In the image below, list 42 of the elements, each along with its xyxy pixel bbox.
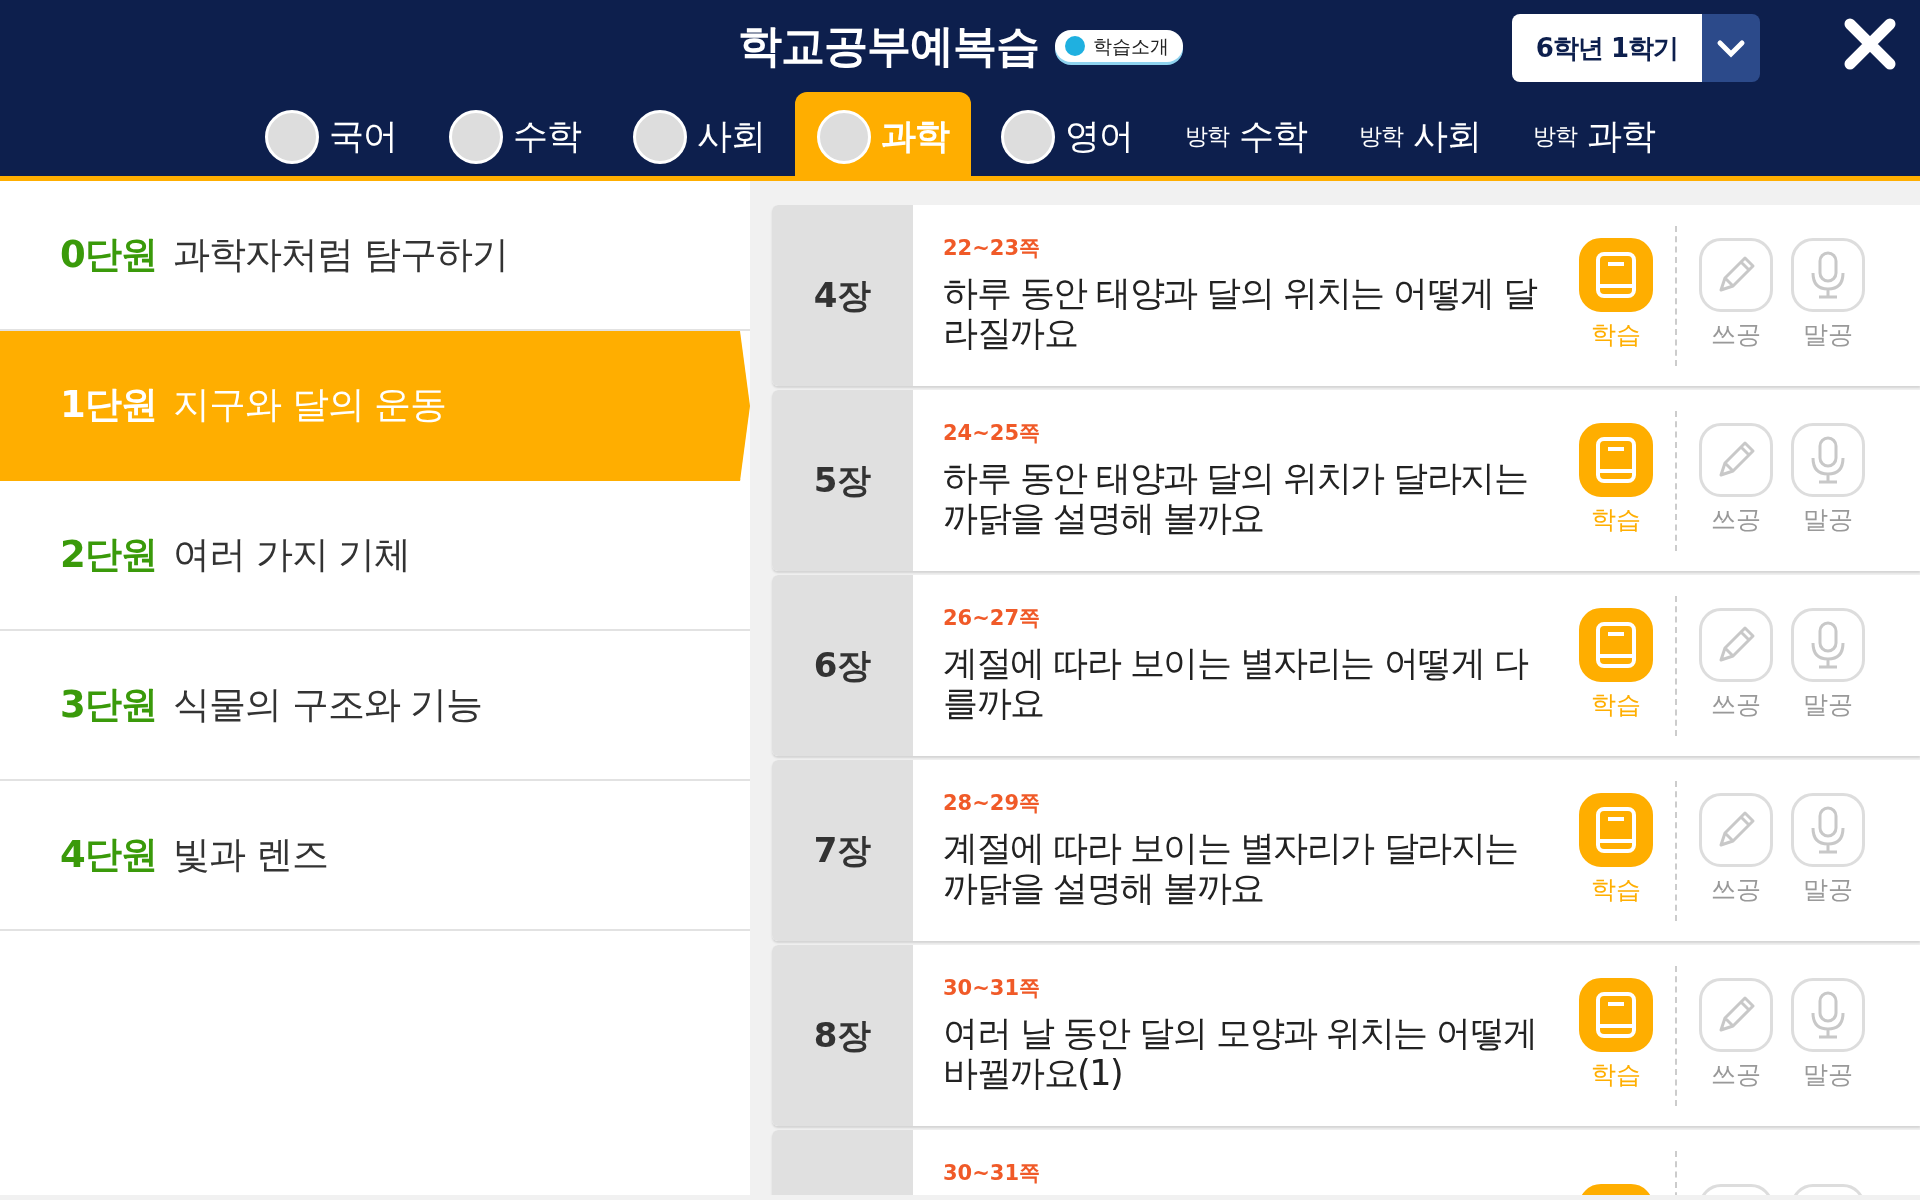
lesson-title[interactable]: 계절에 따라 보이는 별자리가 달라지는 까닭을 설명해 볼까요 [943, 827, 1543, 908]
semester-dropdown[interactable]: 6학년 1학기 [1511, 14, 1702, 82]
subject-tab[interactable]: 방학 과학 [1511, 92, 1677, 181]
chapter-label: 8장 [772, 945, 913, 1126]
subject-tab[interactable]: 국어 [243, 92, 419, 181]
page-range: 28~29쪽 [943, 790, 1042, 817]
page-range: 30~31쪽 [943, 975, 1042, 1002]
subject-tab[interactable]: 사회 [611, 92, 787, 181]
lesson-title[interactable]: 하루 동안 태양과 달의 위치가 달라지는 까닭을 설명해 볼까요 [943, 457, 1543, 538]
unit-item[interactable]: 4단원 빛과 렌즈 [0, 781, 750, 931]
avatar-icon [265, 109, 319, 164]
book-icon [1594, 806, 1638, 853]
intro-button[interactable]: 학습소개 [1054, 29, 1183, 63]
chevron-down-icon [1716, 38, 1746, 59]
avatar-icon [449, 109, 503, 164]
page-range: 22~23쪽 [943, 235, 1042, 262]
avatar-icon [817, 109, 871, 164]
subject-tab[interactable]: 방학 수학 [1163, 92, 1329, 181]
lesson-title[interactable]: 여러 날 동안 달의 모양과 위치는 어떻게 바뀔까요(1) [943, 1012, 1543, 1093]
unit-item[interactable]: 3단원 식물의 구조와 기능 [0, 631, 750, 781]
dot-icon [1064, 36, 1085, 56]
avatar-icon [633, 109, 687, 164]
subject-tab[interactable]: 방학 사회 [1337, 92, 1503, 181]
subject-tab[interactable]: 영어 [979, 92, 1155, 181]
unit-item[interactable]: 2단원 여러 가지 기체 [0, 481, 750, 631]
book-icon [1594, 436, 1638, 483]
chapter-label: 5장 [772, 390, 913, 571]
page-range: 30~31쪽 [943, 1160, 1042, 1187]
chapter-label: 6장 [772, 575, 913, 756]
book-icon [1594, 991, 1638, 1038]
dropdown-chevron-button[interactable] [1702, 14, 1760, 82]
lesson-title[interactable]: 하루 동안 태양과 달의 위치는 어떻게 달라질까요 [943, 272, 1543, 353]
page-range: 24~25쪽 [943, 420, 1042, 447]
book-icon [1594, 621, 1638, 668]
subject-tab[interactable]: 수학 [427, 92, 603, 181]
book-icon [1594, 251, 1638, 298]
chapter-label: 4장 [772, 205, 913, 386]
avatar-icon [1001, 109, 1055, 164]
chapter-label: 7장 [772, 760, 913, 941]
lesson-title[interactable]: 계절에 따라 보이는 별자리는 어떻게 다를까요 [943, 642, 1543, 723]
app-title: 학교공부예복습 [737, 19, 1039, 73]
page-range: 26~27쪽 [943, 605, 1042, 632]
